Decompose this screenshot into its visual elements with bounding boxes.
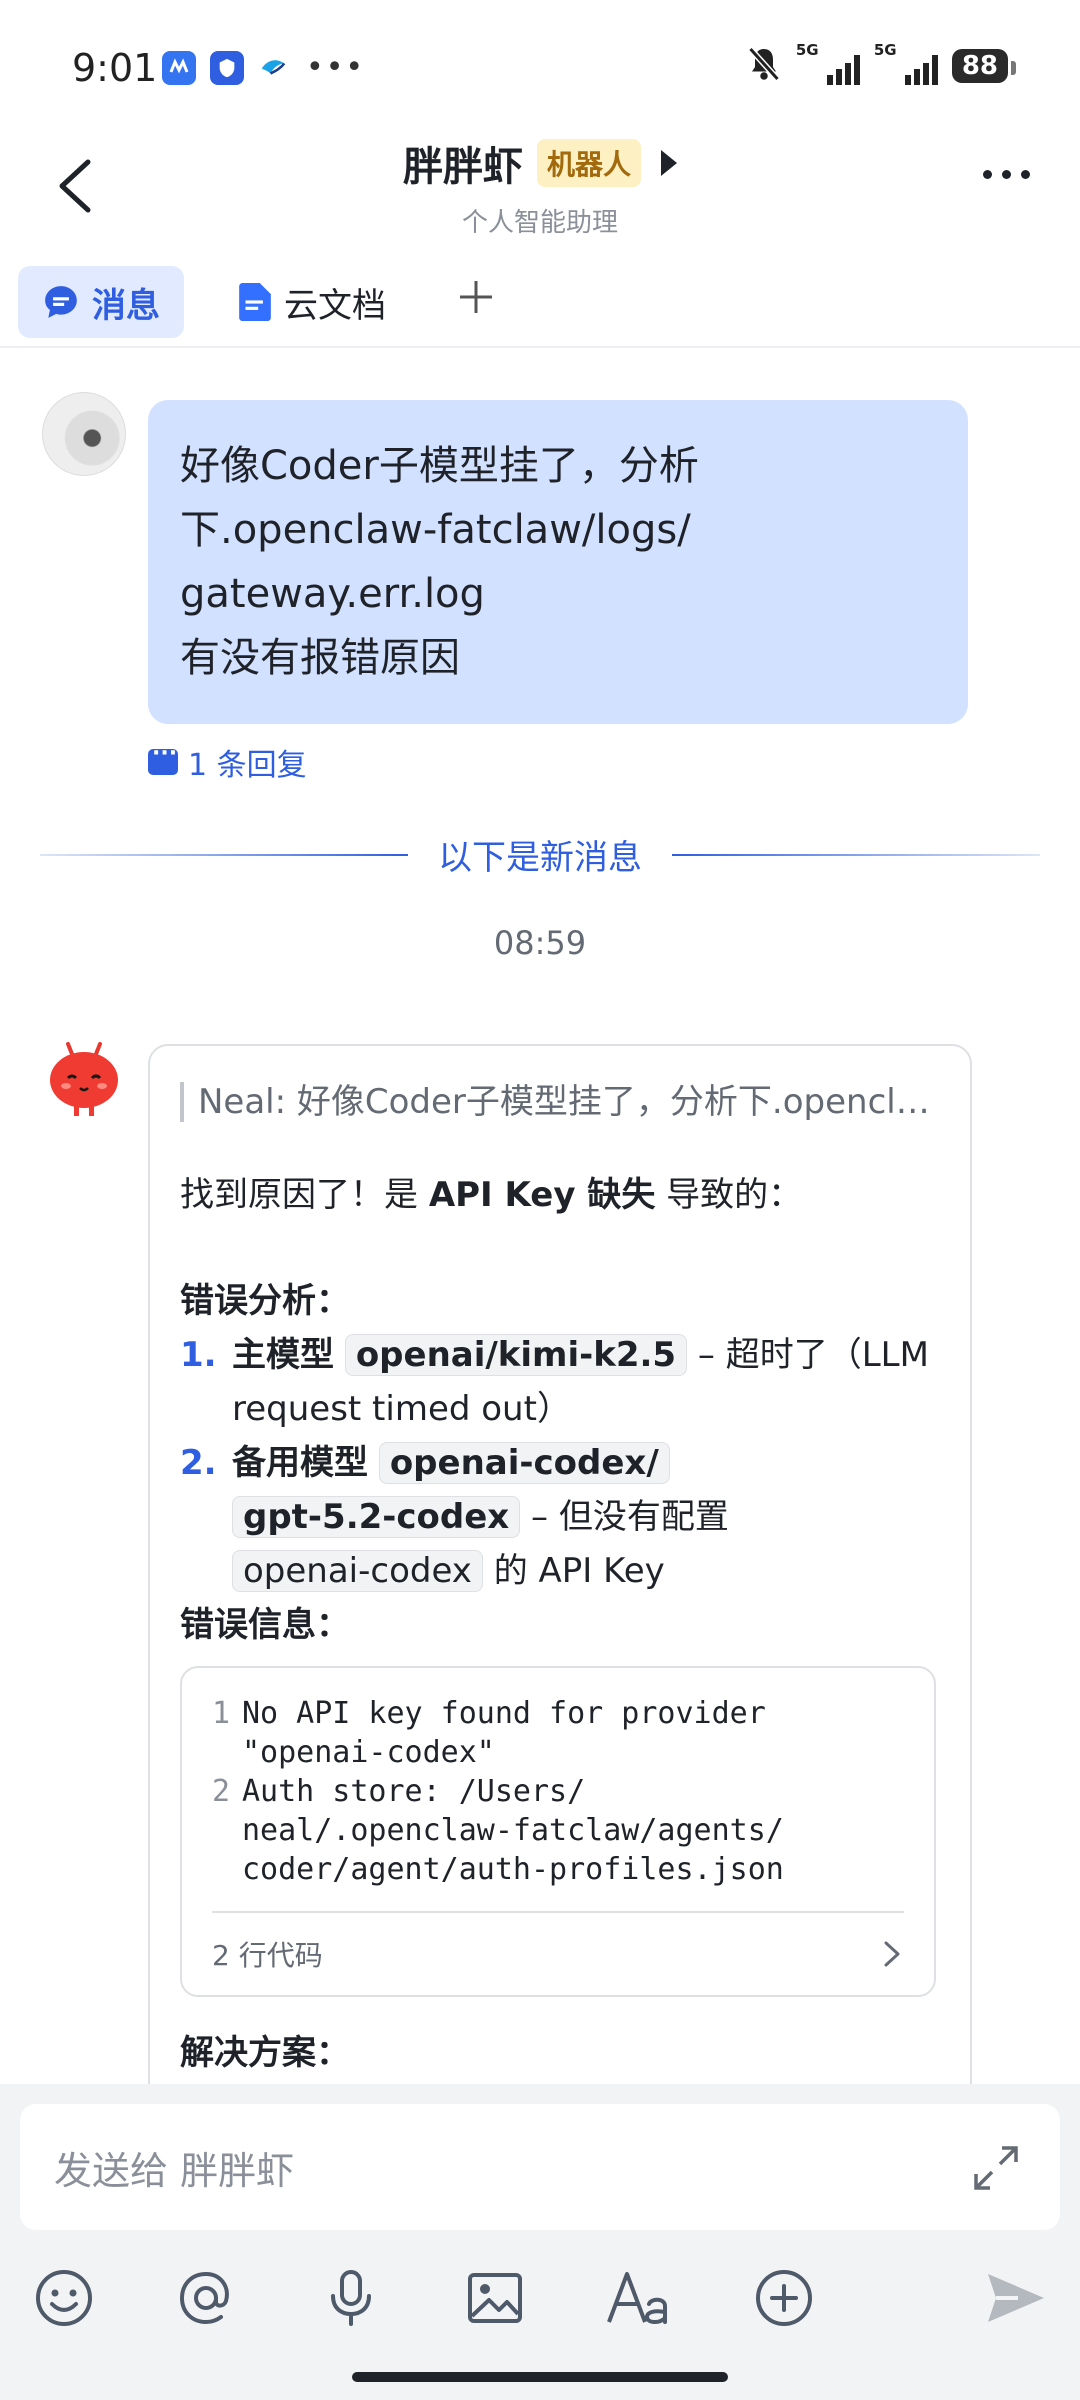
tab-docs-label: 云文档 (284, 285, 386, 326)
tab-messages-label: 消息 (92, 285, 160, 326)
more-options-button[interactable] (983, 170, 1030, 179)
notification-icons: ••• (162, 50, 365, 85)
chat-tabs: 消息 云文档 (0, 256, 1080, 348)
dot-icon (1021, 170, 1030, 179)
composer-toolbar (0, 2258, 1080, 2358)
mute-icon (746, 44, 782, 88)
more-actions-button[interactable] (744, 2258, 824, 2338)
document-icon (239, 283, 271, 321)
at-icon (179, 2271, 229, 2325)
voice-button[interactable] (311, 2258, 391, 2338)
shield-notification-icon (210, 50, 244, 85)
font-format-icon (607, 2272, 667, 2324)
chat-title: 胖胖虾 (402, 144, 523, 190)
reply-count: 1 条回复 (188, 748, 307, 783)
add-tab-button[interactable] (440, 277, 512, 328)
bot-message-card[interactable]: Neal: 好像Coder子模型挂了，分析下.openclaw-fatclaw/… (148, 1044, 972, 2144)
caret-right-icon (661, 150, 677, 176)
bot-avatar[interactable] (44, 1040, 124, 1120)
dot-icon (983, 170, 992, 179)
send-button[interactable] (976, 2258, 1056, 2338)
error-analysis-heading: 错误分析： (180, 1281, 350, 1321)
image-button[interactable] (455, 2258, 535, 2338)
expand-icon[interactable] (968, 2140, 1024, 2196)
chevron-right-icon (884, 1941, 900, 1967)
system-status: 5G 5G 88 (746, 41, 1017, 88)
message-line: 好像Coder子模型挂了，分析 (180, 443, 699, 489)
message-timestamp: 08:59 (493, 924, 587, 962)
message-icon (45, 286, 77, 318)
mention-button[interactable] (166, 2258, 246, 2338)
list-item: 2. 备用模型 openai-codex/ gpt-5.2-codex – 但没… (180, 1442, 729, 1592)
signal-5g-icon: 5G (796, 41, 860, 87)
message-line: 下.openclaw-fatclaw/logs/ (180, 507, 691, 553)
error-list: 1. 主模型 openai/kimi-k2.5 – 超时了（LLM reques… (180, 1328, 940, 1598)
header-divider (0, 346, 1080, 348)
tab-docs[interactable]: 云文档 (214, 266, 410, 338)
reply-icon (148, 741, 178, 775)
code-block[interactable]: 1 No API key found for provider "openai-c… (180, 1666, 936, 1997)
status-time: 9:01 (72, 46, 158, 90)
dot-icon (1002, 170, 1011, 179)
chat-header: 胖胖虾 机器人 个人智能助理 (0, 130, 1080, 240)
message-line: gateway.err.log (180, 571, 485, 617)
microphone-icon (331, 2270, 371, 2326)
robot-avatar-icon (50, 1042, 118, 1116)
plus-circle-icon (756, 2270, 812, 2326)
text-format-button[interactable] (600, 2258, 680, 2338)
thread-reply-link[interactable]: 1 条回复 (148, 740, 307, 784)
image-icon (468, 2273, 522, 2323)
intro-text: 找到原因了！是 API Key 缺失 导致的： (180, 1175, 803, 1215)
chat-subtitle: 个人智能助理 (461, 208, 618, 238)
code-block-footer[interactable]: 2 行代码 (212, 1911, 904, 1995)
more-notifications-icon: ••• (306, 50, 366, 85)
plus-icon (460, 280, 492, 313)
code-line: 1 No API key found for provider "openai-c… (212, 1696, 766, 1770)
status-bar: 9:01 ••• 5G 5G 88 (0, 0, 1080, 130)
app-notification-icon (162, 50, 196, 85)
emoji-icon (36, 2270, 92, 2326)
quoted-message[interactable]: Neal: 好像Coder子模型挂了，分析下.openclaw-fatclaw/… (180, 1082, 940, 1122)
bird-notification-icon (258, 51, 288, 85)
inline-code: openai/kimi-k2.5 (344, 1334, 688, 1376)
home-indicator (352, 2372, 728, 2382)
user-avatar[interactable] (42, 392, 126, 476)
message-input[interactable]: 发送给 胖胖虾 (20, 2104, 1060, 2230)
message-line: 有没有报错原因 (180, 635, 460, 681)
inline-code: openai-codex (232, 1550, 483, 1592)
bot-badge: 机器人 (536, 139, 641, 187)
inline-code: gpt-5.2-codex (232, 1496, 521, 1538)
inline-code: openai-codex/ (378, 1442, 670, 1484)
message-input-placeholder: 发送给 胖胖虾 (54, 2148, 295, 2193)
code-line: 2 Auth store: /Users/neal/.openclaw-fatc… (212, 1774, 784, 1887)
user-message-bubble[interactable]: 好像Coder子模型挂了，分析 下.openclaw-fatclaw/logs/… (148, 400, 968, 724)
error-info-heading: 错误信息： (180, 1605, 350, 1645)
emoji-button[interactable] (24, 2258, 104, 2338)
solution-heading: 解决方案： (180, 2033, 350, 2073)
composer: 发送给 胖胖虾 (0, 2084, 1080, 2400)
code-line-count: 2 行代码 (212, 1939, 323, 1972)
battery-indicator: 88 (951, 49, 1017, 83)
title-area[interactable]: 胖胖虾 机器人 个人智能助理 (0, 134, 1080, 239)
send-icon (988, 2274, 1044, 2322)
new-messages-label: 以下是新消息 (438, 838, 642, 878)
new-messages-divider: 以下是新消息 (40, 830, 1040, 879)
tab-messages[interactable]: 消息 (18, 266, 184, 338)
signal-5g-icon-2: 5G (874, 41, 938, 87)
list-item: 1. 主模型 openai/kimi-k2.5 – 超时了（LLM reques… (180, 1334, 929, 1429)
